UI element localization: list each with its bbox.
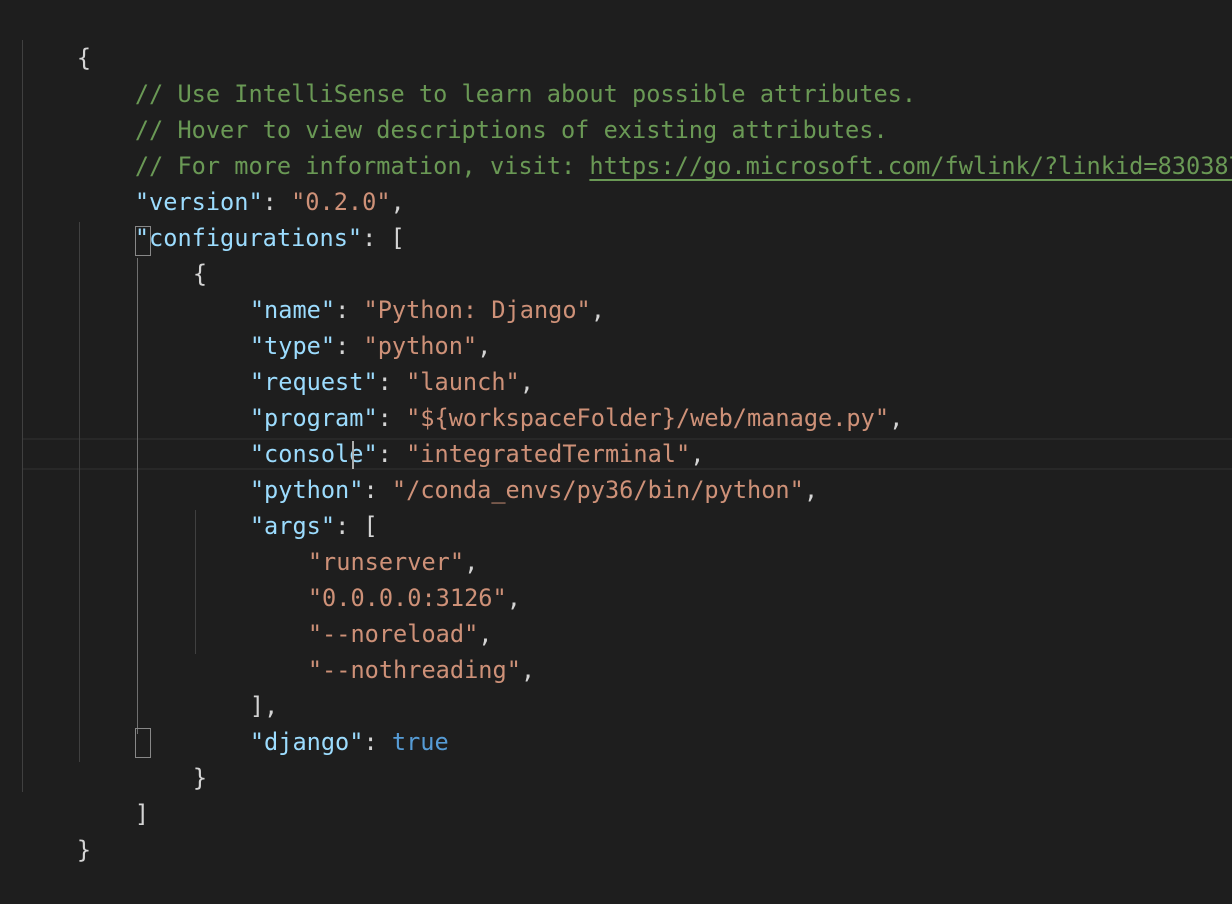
code-line[interactable]: } (20, 796, 91, 864)
code-line[interactable]: "configurations": [ (78, 184, 405, 252)
comma: , (889, 404, 904, 432)
json-boolean: true (391, 728, 449, 756)
code-line[interactable]: "console": "integratedTerminal", (193, 400, 705, 468)
json-key: "django" (249, 728, 364, 756)
code-line[interactable]: ], (193, 652, 278, 720)
json-string: "--nothreading" (307, 656, 521, 684)
code-line[interactable]: "version": "0.2.0", (78, 148, 405, 216)
code-line[interactable]: ] (78, 760, 149, 828)
text-cursor (352, 441, 354, 469)
comma: , (506, 584, 521, 612)
comment-link[interactable]: https://go.microsoft.com/fwlink/?linkid=… (589, 152, 1232, 180)
code-line[interactable]: "name": "Python: Django", (193, 256, 605, 324)
colon: : (362, 224, 391, 252)
code-line[interactable]: "program": "${workspaceFolder}/web/manag… (193, 364, 903, 432)
code-line[interactable]: { (20, 4, 91, 72)
code-line[interactable]: // Use IntelliSense to learn about possi… (78, 40, 916, 108)
code-line[interactable]: "type": "python", (193, 292, 492, 360)
colon: : (363, 728, 392, 756)
json-string: /conda_envs/py36/bin/python" (406, 476, 804, 504)
code-line[interactable]: // Hover to view descriptions of existin… (78, 76, 888, 144)
code-line[interactable]: "django": true (193, 688, 449, 756)
code-line[interactable]: "0.0.0.0:3126", (251, 544, 521, 612)
code-line[interactable]: "args": [ (193, 472, 378, 540)
comma: , (590, 296, 605, 324)
code-line[interactable]: // For more information, visit: https://… (78, 112, 1232, 180)
indent-guide-config-object (137, 258, 138, 734)
code-editor[interactable]: { // Use IntelliSense to learn about pos… (0, 0, 1232, 864)
close-bracket: ] (134, 800, 150, 828)
open-bracket: [ (390, 224, 405, 252)
code-line[interactable]: } (136, 724, 207, 792)
comma: , (803, 476, 819, 504)
code-line[interactable]: "--noreload", (251, 580, 493, 648)
close-brace: } (192, 764, 208, 792)
code-line[interactable]: "--nothreading", (251, 616, 535, 684)
code-line-active[interactable]: "python": "/conda_envs/py36/bin/python", (193, 436, 818, 504)
code-line[interactable]: "runserver", (251, 508, 478, 576)
code-line[interactable]: { (136, 220, 207, 288)
comma: , (520, 656, 536, 684)
json-string-quote: " (391, 476, 407, 504)
indent-guide-configurations (79, 222, 80, 762)
code-line[interactable]: "request": "launch", (193, 328, 534, 396)
indent-guide-root (22, 40, 23, 792)
